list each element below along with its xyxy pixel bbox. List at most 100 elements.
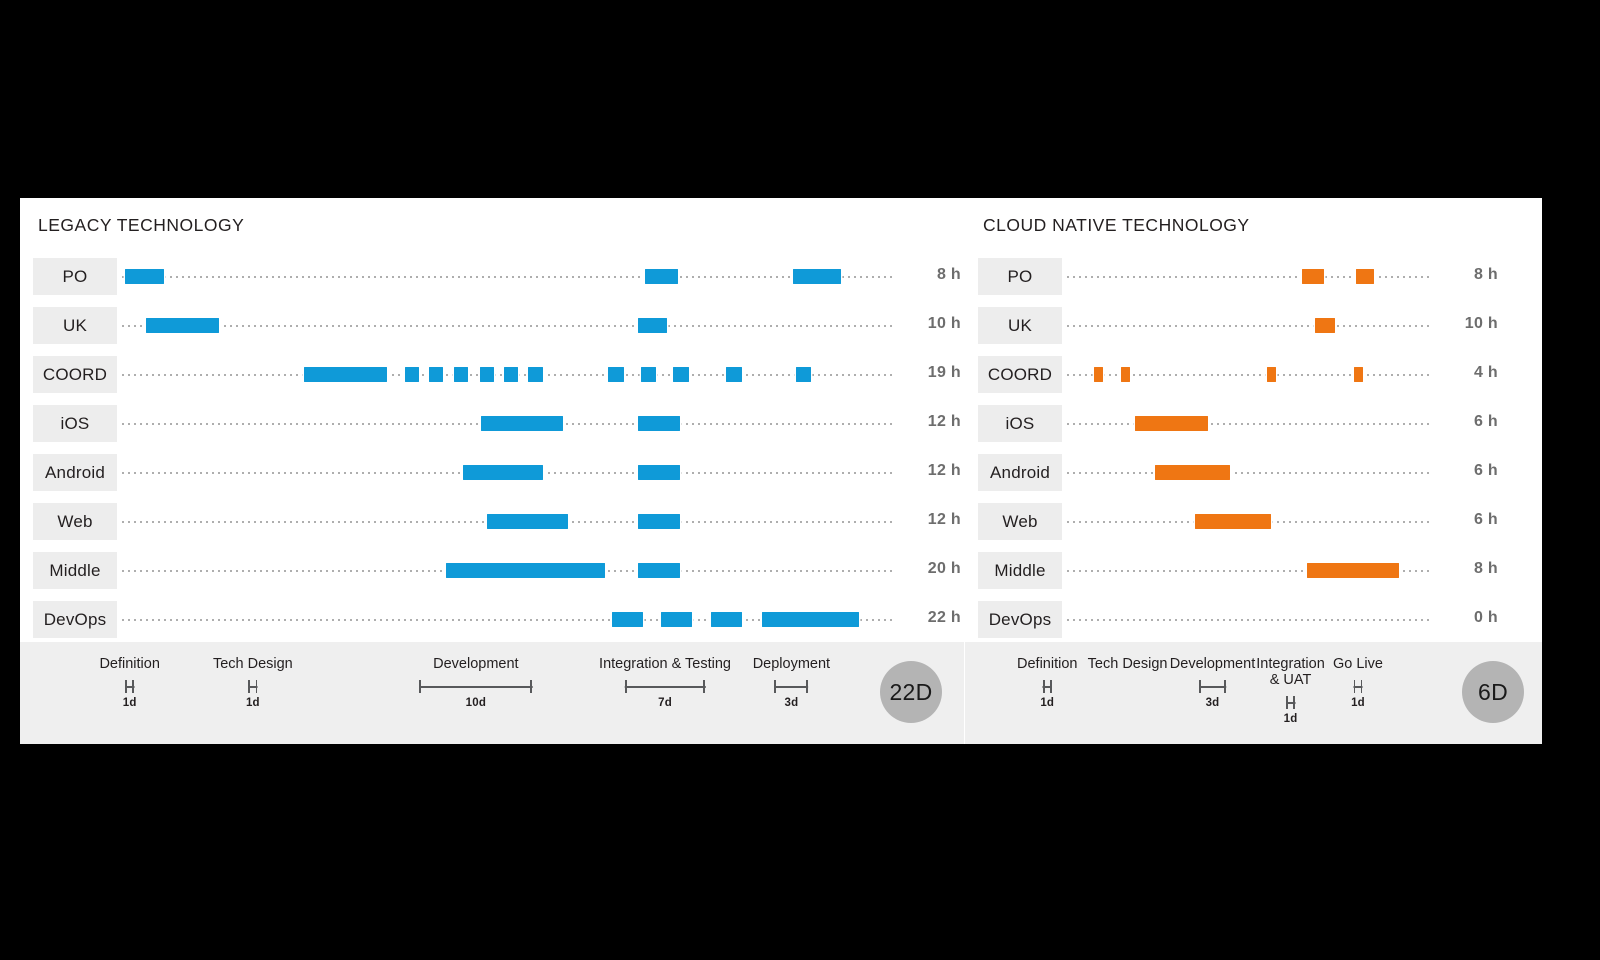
timeline-dotted-line	[1065, 422, 1432, 425]
comparison-card: LEGACY TECHNOLOGY PO 8 h UK 10 h COORD 19 h iO…	[20, 198, 1542, 744]
gantt-bar	[504, 367, 519, 382]
row-label-android: Android	[978, 454, 1062, 491]
gantt-bar	[479, 367, 494, 382]
gantt-bar	[638, 514, 680, 529]
gantt-bar	[1356, 269, 1374, 284]
gantt-bar	[1302, 269, 1325, 284]
timeline-dotted-line	[120, 275, 895, 278]
row-hours-value: 10 h	[1464, 314, 1498, 332]
row-label-middle: Middle	[33, 552, 117, 589]
row-track	[120, 399, 895, 448]
phase-duration-marker	[1283, 679, 1433, 693]
row-label-ios: iOS	[33, 405, 117, 442]
gantt-bar	[1195, 514, 1271, 529]
chart-row: UK 10 h	[965, 301, 1542, 350]
chart-row: Web 12 h	[20, 497, 965, 546]
phase-5: Go Live 1d	[1283, 642, 1433, 709]
timeline-dotted-line	[1065, 471, 1432, 474]
row-label-po: PO	[33, 258, 117, 295]
gantt-bar	[486, 514, 568, 529]
phase-duration-days: 1d	[1040, 697, 1055, 709]
panel-cloud-native-technology: CLOUD NATIVE TECHNOLOGY PO 8 h UK 10 h COORD…	[965, 198, 1542, 744]
row-label-devops: DevOps	[978, 601, 1062, 638]
gantt-bar	[303, 367, 387, 382]
phase-name: Development	[433, 656, 519, 672]
gantt-bar	[481, 416, 563, 431]
row-hours-value: 12 h	[927, 412, 961, 430]
row-label-devops: DevOps	[33, 601, 117, 638]
chart-row: Middle 8 h	[965, 546, 1542, 595]
row-label-ios: iOS	[978, 405, 1062, 442]
footer-legacy: Definition 1d Tech Design 1d Development 10d I…	[20, 642, 965, 744]
row-track	[1065, 595, 1432, 644]
row-track	[1065, 399, 1432, 448]
gantt-bar	[1314, 318, 1336, 333]
chart-row: Middle 20 h	[20, 546, 965, 595]
panel-legacy-technology: LEGACY TECHNOLOGY PO 8 h UK 10 h COORD 19 h iO…	[20, 198, 965, 744]
gantt-bar	[1134, 416, 1209, 431]
row-hours-value: 12 h	[927, 461, 961, 479]
row-label-web: Web	[978, 503, 1062, 540]
row-track	[1065, 497, 1432, 546]
gantt-bar	[462, 465, 544, 480]
row-track	[120, 350, 895, 399]
rows-legacy: PO 8 h UK 10 h COORD 19 h iOS 12 h Android 12 h We…	[20, 252, 965, 644]
gantt-bar	[445, 563, 606, 578]
gantt-bar	[645, 269, 678, 284]
row-label-android: Android	[33, 454, 117, 491]
chart-row: COORD 4 h	[965, 350, 1542, 399]
chart-row: iOS 12 h	[20, 399, 965, 448]
row-track	[120, 546, 895, 595]
row-label-coord: COORD	[33, 356, 117, 393]
phase-duration-days: 3d	[784, 697, 799, 709]
chart-row: PO 8 h	[965, 252, 1542, 301]
gantt-bar	[528, 367, 544, 382]
timeline-dotted-line	[1065, 275, 1432, 278]
chart-row: COORD 19 h	[20, 350, 965, 399]
gantt-bar	[405, 367, 420, 382]
row-label-coord: COORD	[978, 356, 1062, 393]
gantt-bar	[795, 367, 812, 382]
chart-row: iOS 6 h	[965, 399, 1542, 448]
phase-name: Go Live	[1333, 656, 1383, 672]
gantt-bar	[454, 367, 468, 382]
timeline-dotted-line	[1065, 618, 1432, 621]
row-hours-value: 6 h	[1473, 412, 1498, 430]
screenshot-root: LEGACY TECHNOLOGY PO 8 h UK 10 h COORD 19 h iO…	[0, 0, 1600, 960]
row-label-middle: Middle	[978, 552, 1062, 589]
gantt-bar	[726, 367, 742, 382]
gantt-bar	[429, 367, 444, 382]
row-hours-value: 12 h	[927, 510, 961, 528]
row-label-po: PO	[978, 258, 1062, 295]
row-hours-value: 8 h	[1473, 559, 1498, 577]
gantt-bar	[1266, 367, 1277, 382]
row-label-web: Web	[33, 503, 117, 540]
row-track	[120, 301, 895, 350]
gantt-bar	[660, 612, 692, 627]
gantt-bar	[638, 318, 668, 333]
phase-duration-marker	[401, 679, 551, 693]
chart-row: Android 12 h	[20, 448, 965, 497]
chart-row: Android 6 h	[965, 448, 1542, 497]
phase-3: Development 10d	[401, 642, 551, 709]
row-track	[120, 448, 895, 497]
chart-row: Web 6 h	[965, 497, 1542, 546]
footer-cloud: Definition 1d Tech Design Development 3d Inte…	[965, 642, 1542, 744]
row-hours-value: 19 h	[927, 363, 961, 381]
phase-duration-marker	[716, 679, 866, 693]
row-hours-value: 8 h	[1473, 265, 1498, 283]
total-duration-badge: 22D	[880, 661, 942, 723]
chart-row: DevOps 22 h	[20, 595, 965, 644]
panel-title-legacy: LEGACY TECHNOLOGY	[38, 215, 245, 235]
row-label-uk: UK	[978, 307, 1062, 344]
row-hours-value: 10 h	[927, 314, 961, 332]
phase-duration-marker	[178, 679, 328, 693]
phase-2: Tech Design 1d	[178, 642, 328, 709]
chart-row: PO 8 h	[20, 252, 965, 301]
row-track	[1065, 448, 1432, 497]
row-hours-value: 4 h	[1473, 363, 1498, 381]
phase-name: Deployment	[752, 656, 831, 672]
phase-name: Tech Design	[212, 656, 293, 672]
gantt-bar	[761, 612, 859, 627]
chart-row: UK 10 h	[20, 301, 965, 350]
